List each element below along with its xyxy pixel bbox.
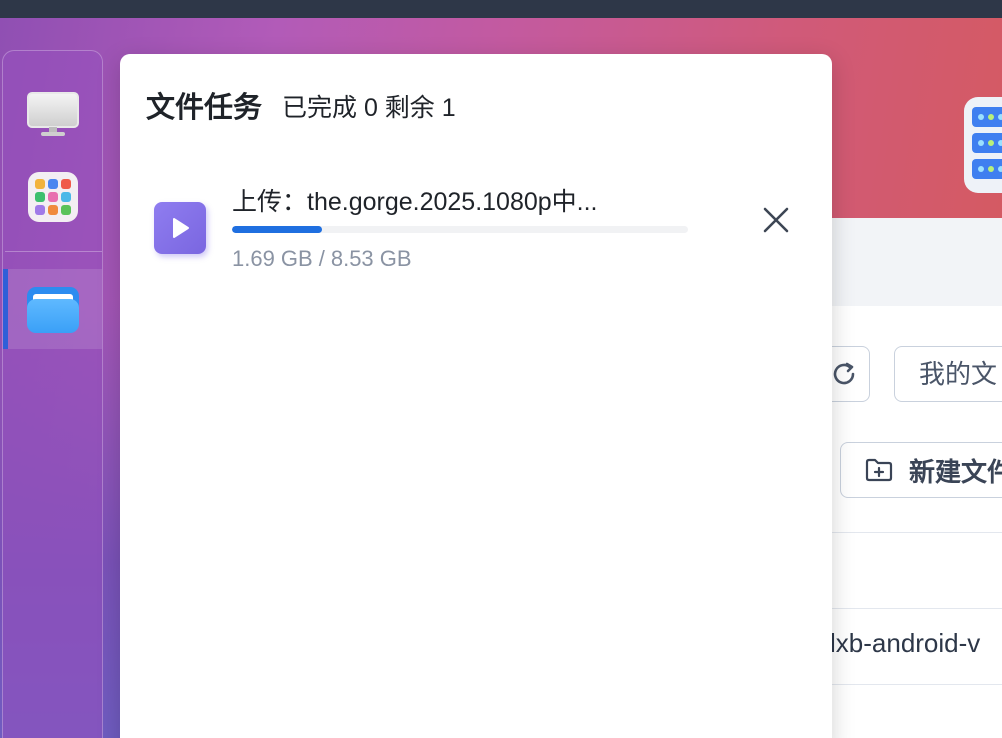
folder-plus-icon	[865, 458, 893, 482]
task-size: 1.69 GB/8.53 GB	[232, 246, 412, 272]
upload-progress-fill	[232, 226, 323, 233]
divider	[830, 608, 1002, 609]
server-app-icon[interactable]	[964, 97, 1002, 193]
my-documents-button[interactable]: 我的文	[894, 346, 1002, 402]
dock-divider	[5, 251, 102, 252]
background-file-window: 我的文 新建文件 lxb-android-v	[810, 218, 1002, 738]
task-name: 上传：the.gorge.2025.1080p中...	[232, 188, 598, 216]
file-task-panel: 文件任务 已完成 0 剩余 1 上传：the.gorge.2025.1080p中…	[120, 54, 832, 738]
refresh-icon	[833, 362, 855, 385]
file-manager-icon	[26, 285, 79, 333]
dock-item-desktop[interactable]	[3, 75, 102, 155]
dock-item-file-manager[interactable]	[3, 269, 102, 349]
file-list-item[interactable]: lxb-android-v	[830, 628, 980, 659]
uploaded-size: 1.69 GB	[232, 246, 313, 271]
new-folder-label: 新建文件	[909, 456, 1002, 487]
desktop-icon	[26, 92, 79, 138]
new-folder-button[interactable]: 新建文件	[840, 442, 1002, 498]
upload-progress-bar	[232, 226, 688, 233]
panel-title: 文件任务	[146, 92, 263, 124]
close-icon	[763, 207, 789, 233]
video-play-icon	[154, 202, 206, 254]
size-separator: /	[318, 246, 325, 271]
app-center-icon	[27, 172, 78, 222]
divider	[830, 684, 1002, 685]
dock	[2, 50, 103, 738]
panel-status: 已完成 0 剩余 1	[282, 94, 456, 122]
top-menu-bar	[0, 0, 1002, 18]
divider	[830, 532, 1002, 533]
dock-item-app-center[interactable]	[3, 157, 102, 237]
total-size: 8.53 GB	[330, 246, 412, 271]
background-window-header	[830, 218, 1002, 306]
cancel-task-button[interactable]	[762, 202, 790, 238]
